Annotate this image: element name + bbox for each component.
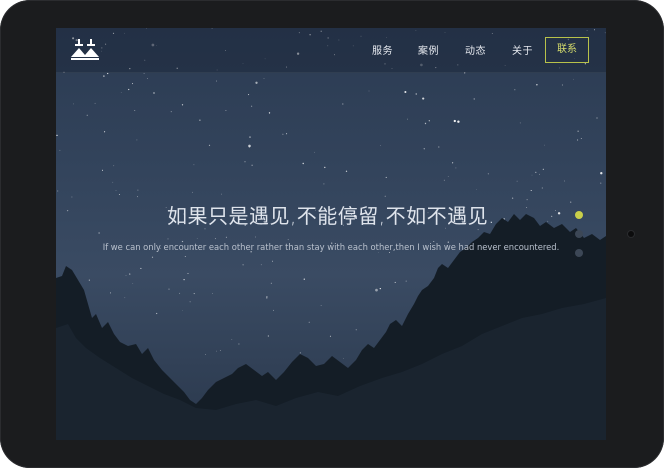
tablet-frame: 服务 案例 动态 关于 联系 如果只是遇见,不能停留,不如不遇见. If we … xyxy=(0,0,664,468)
slider-dot[interactable] xyxy=(575,211,583,219)
nav-item-news[interactable]: 动态 xyxy=(465,42,486,57)
hero-subline: If we can only encounter each other rath… xyxy=(102,242,560,252)
slider-dot[interactable] xyxy=(575,249,583,257)
camera-icon xyxy=(628,231,634,237)
top-navbar: 服务 案例 动态 关于 联系 xyxy=(56,28,606,73)
tree-silhouette-background xyxy=(56,214,606,440)
nav-item-about[interactable]: 关于 xyxy=(512,42,533,57)
slider-pagination xyxy=(575,211,583,257)
slider-dot[interactable] xyxy=(575,230,583,238)
contact-button[interactable]: 联系 xyxy=(545,37,589,63)
logo-icon[interactable] xyxy=(69,37,101,63)
hero-headline: 如果只是遇见,不能停留,不如不遇见. xyxy=(166,204,496,228)
nav-item-cases[interactable]: 案例 xyxy=(418,42,439,57)
website-screen: 服务 案例 动态 关于 联系 如果只是遇见,不能停留,不如不遇见. If we … xyxy=(56,28,606,440)
nav-item-services[interactable]: 服务 xyxy=(372,42,393,57)
